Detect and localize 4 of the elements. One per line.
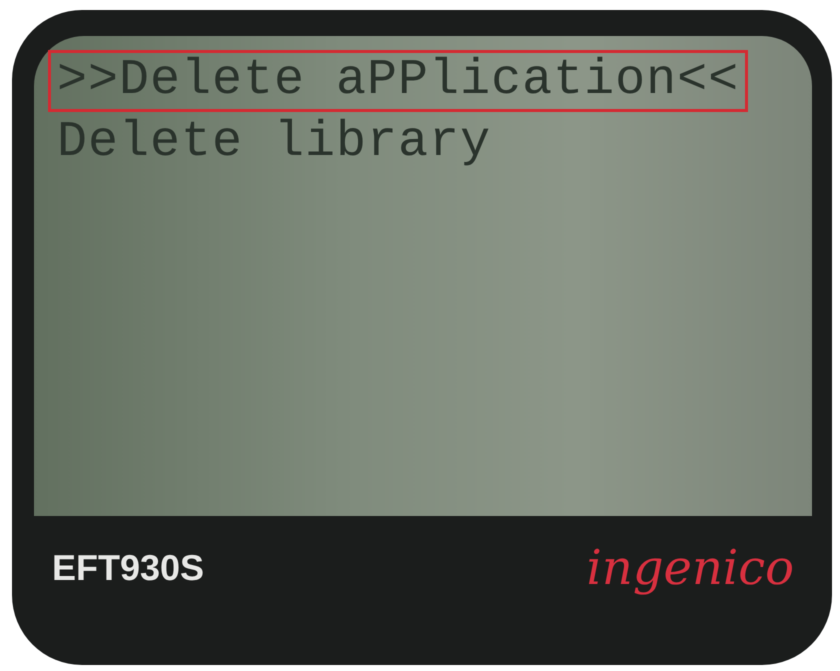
brand-logo: ingenico xyxy=(586,540,794,596)
menu-item[interactable]: >>Delete aPPlication<< xyxy=(48,50,748,112)
model-label: EFT930S xyxy=(52,547,204,589)
menu-item[interactable]: Delete library xyxy=(48,112,500,174)
